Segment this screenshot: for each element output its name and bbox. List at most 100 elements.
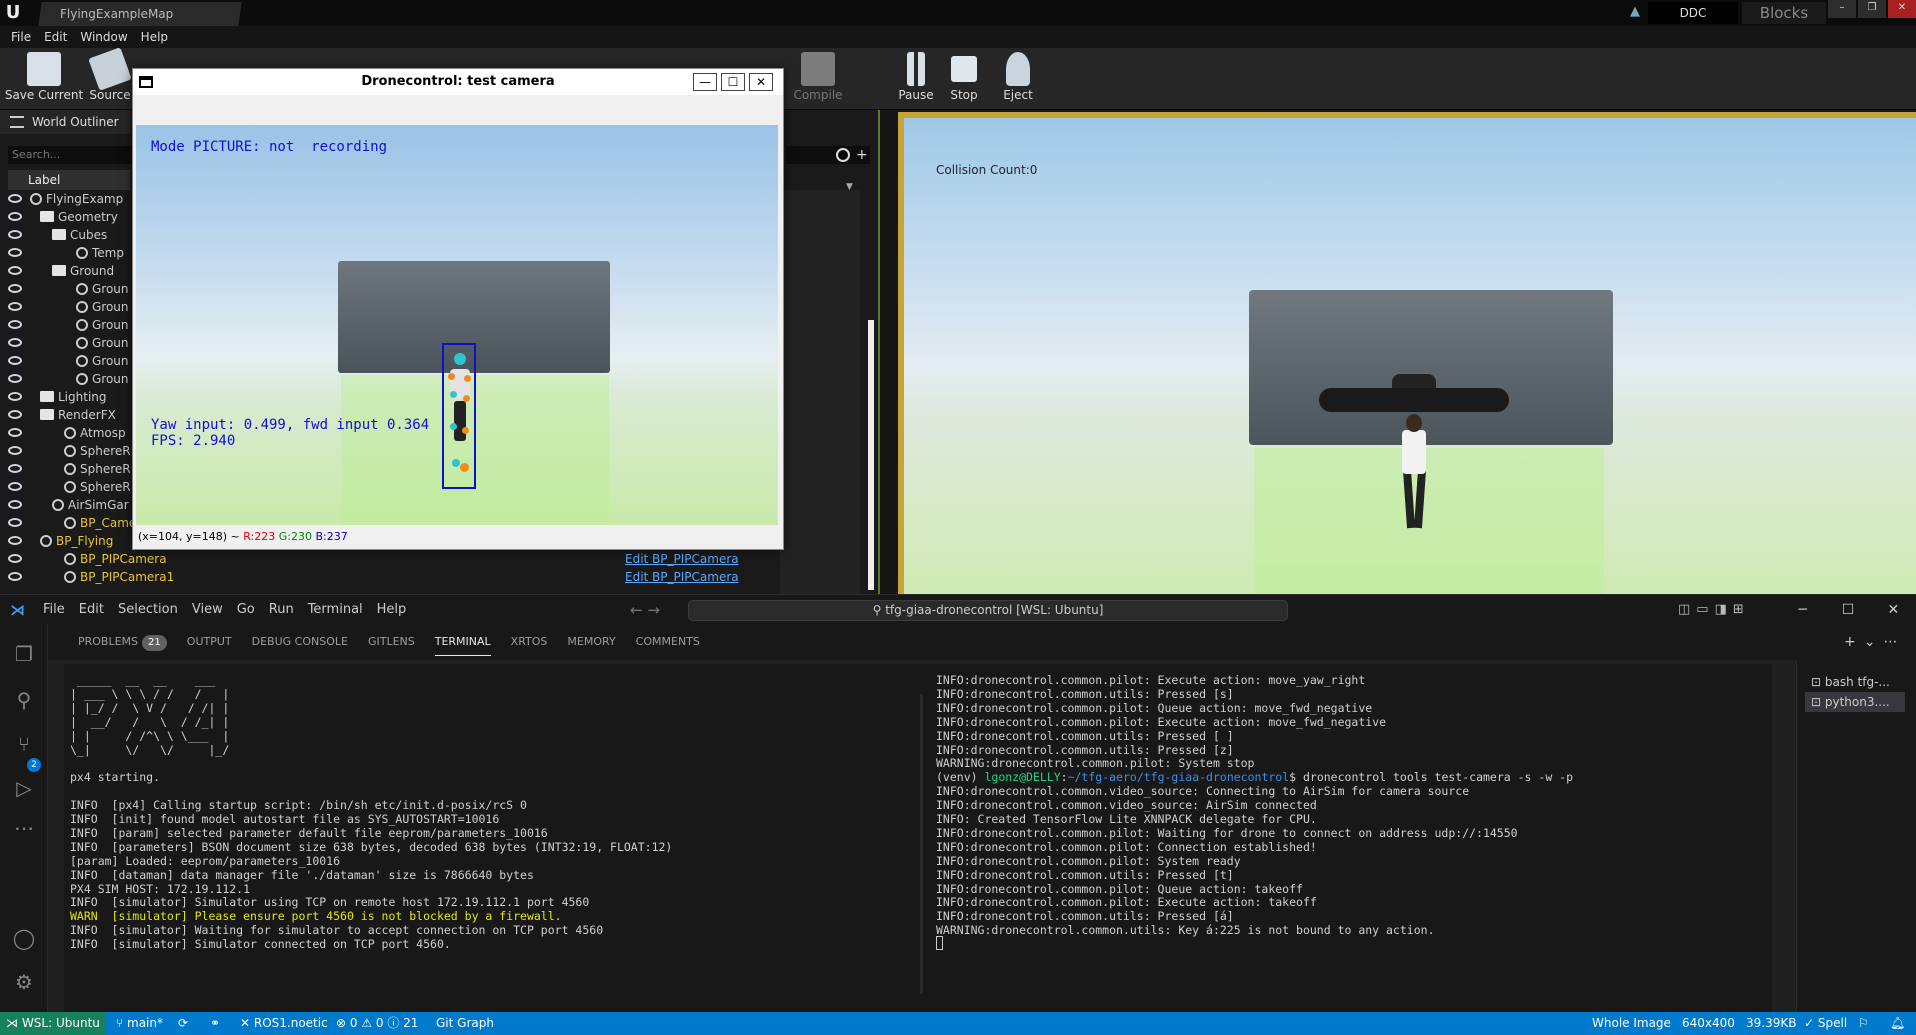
visibility-eye-icon[interactable] [8,500,22,509]
outliner-label-header[interactable]: Label [8,170,130,190]
vs-menu-selection[interactable]: Selection [111,595,185,625]
accounts-icon[interactable]: ◯ [12,926,36,950]
visibility-eye-icon[interactable] [8,284,22,293]
source-control-icon[interactable]: ⑂ [12,732,36,756]
visibility-eye-icon[interactable] [8,302,22,311]
ue-menu-edit[interactable]: Edit [41,26,77,48]
visibility-eye-icon[interactable] [8,536,22,545]
run-debug-icon[interactable]: ▷ [12,776,36,800]
compile-button[interactable]: Compile [790,50,846,108]
outliner-row[interactable]: BP_PIPCamera Edit BP_PIPCamera [0,550,880,568]
tab-debug-console[interactable]: DEBUG CONSOLE [242,624,358,660]
vs-menu-help[interactable]: Help [370,595,414,625]
pause-button[interactable]: Pause [896,50,936,108]
outliner-row[interactable]: BP_PIPCamera1 Edit BP_PIPCamera [0,568,880,586]
layout-toggle-icons[interactable]: ◫▭◨⊞ [1678,595,1778,625]
vs-menu-go[interactable]: Go [230,595,262,625]
ros-indicator[interactable]: ✕ ROS1.noetic [240,1012,328,1035]
gear-icon[interactable]: ⚙ [12,970,36,994]
feedback-icon[interactable]: ⚐ [1858,1012,1869,1035]
visibility-eye-icon[interactable] [8,320,22,329]
edit-blueprint-link[interactable]: Edit BP_PIPCamera [625,568,739,586]
tab-comments[interactable]: COMMENTS [626,624,710,660]
panel-splitter[interactable] [878,110,880,594]
visibility-eye-icon[interactable] [8,464,22,473]
add-filter-icon[interactable]: + [856,147,872,163]
outliner-search-input[interactable]: Search... [8,146,132,164]
visibility-eye-icon[interactable] [8,194,22,203]
ddc-button[interactable]: DDC [1648,2,1738,24]
visibility-eye-icon[interactable] [8,392,22,401]
tab-terminal[interactable]: TERMINAL [425,624,501,660]
visibility-eye-icon[interactable] [8,374,22,383]
visibility-eye-icon[interactable] [8,518,22,527]
command-center[interactable]: ⚲ tfg-giaa-dronecontrol [WSL: Ubuntu] [688,600,1288,621]
visibility-eye-icon[interactable] [8,266,22,275]
learn-cap-icon[interactable]: ▲ [1626,4,1644,22]
tab-gitlens[interactable]: GITLENS [358,624,425,660]
more-icon[interactable]: ⋯ [12,816,36,840]
terminal-item-bash[interactable]: ⊡ bash tfg-... [1811,672,1911,692]
stop-button[interactable]: Stop [944,50,984,108]
vs-menu-view[interactable]: View [185,595,230,625]
source-control-button[interactable]: Source [88,47,132,108]
ue-maximize-button[interactable]: ❐ [1858,0,1886,18]
nav-arrows[interactable]: ← → [630,595,680,625]
terminal-left[interactable]: _____ __ __ ___ | ___ \ \ \ / / / | | |_/ … [64,664,914,1012]
spell-status[interactable]: ✓ Spell [1804,1012,1847,1035]
outliner-row-label: BP_PIPCamera1 [64,568,264,586]
tab-output[interactable]: OUTPUT [177,624,242,660]
camera-image[interactable]: Mode PICTURE: not recording Yaw input: 0… [136,125,778,525]
vs-menu-terminal[interactable]: Terminal [301,595,370,625]
visibility-eye-icon[interactable] [8,248,22,257]
problems-indicator[interactable]: ⊗ 0 ⚠ 0 ⓘ 21 [336,1012,418,1035]
ue-menu-window[interactable]: Window [77,26,137,48]
explorer-icon[interactable]: ❐ [12,642,36,666]
visibility-eye-icon[interactable] [8,212,22,221]
terminal-scrollbar[interactable] [920,694,923,994]
vs-maximize-button[interactable]: ☐ [1825,595,1870,625]
remote-indicator[interactable]: ⋊ WSL: Ubuntu [0,1012,106,1035]
ue-close-button[interactable]: ✕ [1888,0,1916,18]
whole-image-status[interactable]: Whole Image [1592,1012,1671,1035]
ue-menu-help[interactable]: Help [138,26,178,48]
ue-minimize-button[interactable]: – [1828,0,1856,18]
branch-indicator[interactable]: ⑂ main* [116,1012,163,1035]
visibility-eye-icon[interactable] [8,338,22,347]
visibility-eye-icon[interactable] [8,230,22,239]
eject-button[interactable]: Eject [998,50,1038,108]
visibility-eye-icon[interactable] [8,428,22,437]
tab-xrtos[interactable]: XRTOS [501,624,558,660]
terminal-item-python[interactable]: ⊡ python3.... [1805,692,1905,712]
vs-menu-file[interactable]: File [36,595,72,625]
dc-maximize-button[interactable]: ☐ [721,73,745,91]
level-viewport[interactable]: Collision Count:0 [904,118,1916,594]
dc-minimize-button[interactable]: — [693,73,717,91]
outliner-scrollbar[interactable] [868,320,874,590]
tab-memory[interactable]: MEMORY [557,624,625,660]
tab-problems[interactable]: PROBLEMS 21 [68,624,177,660]
edit-blueprint-link[interactable]: Edit BP_PIPCamera [625,550,739,568]
git-graph-button[interactable]: Git Graph [436,1012,494,1035]
search-icon[interactable]: ⚲ [12,688,36,712]
visibility-eye-icon[interactable] [8,410,22,419]
visibility-eye-icon[interactable] [8,554,22,563]
search-icon[interactable] [836,148,850,162]
ports-icon[interactable]: ⚭ [210,1012,220,1035]
vs-menu-edit[interactable]: Edit [72,595,111,625]
notifications-icon[interactable]: 🔔︎ [1890,1012,1905,1035]
visibility-eye-icon[interactable] [8,482,22,491]
vs-minimize-button[interactable]: ─ [1780,595,1825,625]
visibility-eye-icon[interactable] [8,356,22,365]
level-tab[interactable]: FlyingExampleMap [38,2,242,26]
sync-icon[interactable]: ⟳ [178,1012,188,1035]
visibility-eye-icon[interactable] [8,572,22,581]
dc-close-button[interactable]: ✕ [749,73,773,91]
ue-menu-file[interactable]: File [8,26,41,48]
visibility-eye-icon[interactable] [8,446,22,455]
vs-close-button[interactable]: ✕ [1871,595,1916,625]
terminal-right[interactable]: INFO:dronecontrol.common.pilot: Execute … [930,664,1772,1012]
dronecontrol-title-bar[interactable]: Dronecontrol: test camera [133,69,783,95]
save-current-button[interactable]: Save Current [2,50,86,108]
vs-menu-run[interactable]: Run [262,595,301,625]
